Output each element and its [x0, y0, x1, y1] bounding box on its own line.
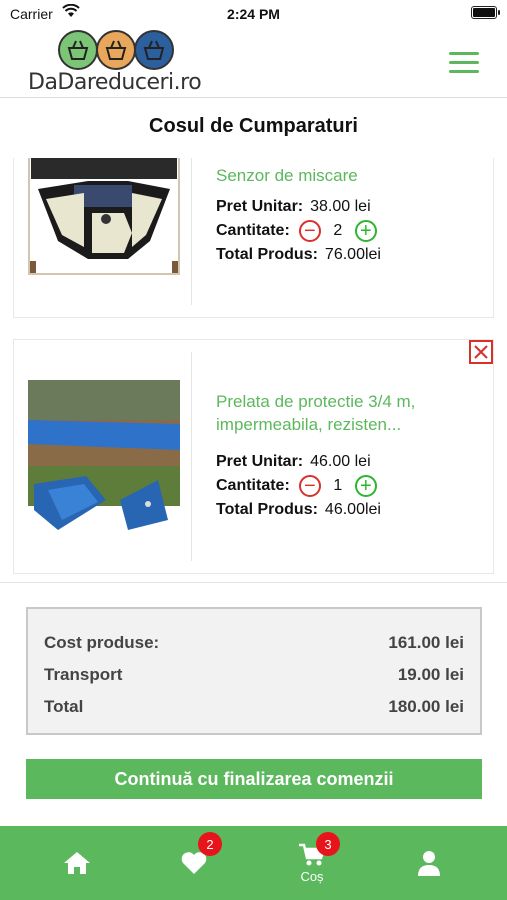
hamburger-menu-icon[interactable] [449, 52, 479, 74]
close-icon [474, 345, 488, 359]
transport-value: 19.00 lei [397, 665, 464, 684]
product-image-tarp[interactable] [28, 380, 180, 530]
basket-orange-icon [96, 30, 136, 70]
summary-row-transport: Transport 19.00 lei [44, 659, 464, 691]
cart-badge: 3 [316, 832, 340, 856]
item-divider [191, 158, 192, 305]
total-value: 76.00lei [324, 246, 381, 263]
quantity-label: Cantitate: [216, 477, 290, 494]
tab-favorites[interactable]: 2 [154, 826, 234, 900]
checkout-button[interactable]: Continuă cu finalizarea comenzii [26, 759, 482, 799]
summary-row-cost: Cost produse: 161.00 lei [44, 627, 464, 659]
increase-quantity-button[interactable]: + [354, 475, 377, 497]
cart-item: Prelata de protectie 3/4 m, impermeabila… [13, 339, 494, 574]
grand-total-label: Total [44, 697, 84, 716]
product-info: Pret Unitar: 38.00 lei Cantitate: − 2 + … [216, 196, 381, 268]
remove-item-button[interactable] [469, 340, 493, 364]
tab-cart-label: Coș [300, 868, 324, 884]
order-summary: Cost produse: 161.00 lei Transport 19.00… [26, 607, 482, 735]
tab-home[interactable] [37, 826, 117, 900]
transport-label: Transport [44, 665, 123, 684]
cost-value: 161.00 lei [388, 633, 464, 652]
unit-price-value: 38.00 lei [310, 198, 371, 215]
product-name[interactable]: Prelata de protectie 3/4 m, impermeabila… [216, 390, 476, 436]
tab-account[interactable] [389, 826, 469, 900]
status-bar: Carrier 2:24 PM [0, 0, 507, 28]
quantity-label: Cantitate: [216, 222, 290, 239]
user-icon [418, 851, 440, 876]
cart-item: Senzor de miscare Pret Unitar: 38.00 lei… [13, 158, 494, 318]
increase-quantity-button[interactable]: + [354, 220, 377, 242]
unit-price-label: Pret Unitar: [216, 198, 304, 215]
product-name[interactable]: Senzor de miscare [216, 164, 476, 187]
quantity-value: 2 [333, 222, 343, 239]
home-icon [64, 852, 90, 874]
unit-price-label: Pret Unitar: [216, 453, 304, 470]
total-value: 46.00lei [324, 501, 381, 518]
total-label: Total Produs: [216, 501, 318, 518]
logo-text: DaDareduceri.ro [28, 70, 202, 95]
quantity-value: 1 [333, 477, 343, 494]
basket-green-icon [58, 30, 98, 70]
favorites-badge: 2 [198, 832, 222, 856]
grand-total-value: 180.00 lei [388, 697, 464, 716]
clock: 2:24 PM [227, 6, 280, 22]
app-header: DaDareduceri.ro [0, 28, 507, 98]
tab-bar: 2 Coș 3 [0, 826, 507, 900]
product-image-solar-lamp[interactable] [28, 158, 180, 275]
battery-icon [471, 6, 500, 19]
summary-row-total: Total 180.00 lei [44, 691, 464, 723]
page-title: Cosul de Cumparaturi [149, 115, 358, 137]
decrease-quantity-button[interactable]: − [298, 475, 321, 497]
cart-list[interactable]: Senzor de miscare Pret Unitar: 38.00 lei… [0, 158, 507, 583]
basket-blue-icon [134, 30, 174, 70]
product-info: Pret Unitar: 46.00 lei Cantitate: − 1 + … [216, 451, 381, 523]
item-divider [191, 352, 192, 561]
unit-price-value: 46.00 lei [310, 453, 371, 470]
cost-label: Cost produse: [44, 633, 160, 652]
logo[interactable]: DaDareduceri.ro [28, 30, 208, 96]
decrease-quantity-button[interactable]: − [298, 220, 321, 242]
tab-cart[interactable]: Coș 3 [272, 826, 352, 900]
total-label: Total Produs: [216, 246, 318, 263]
